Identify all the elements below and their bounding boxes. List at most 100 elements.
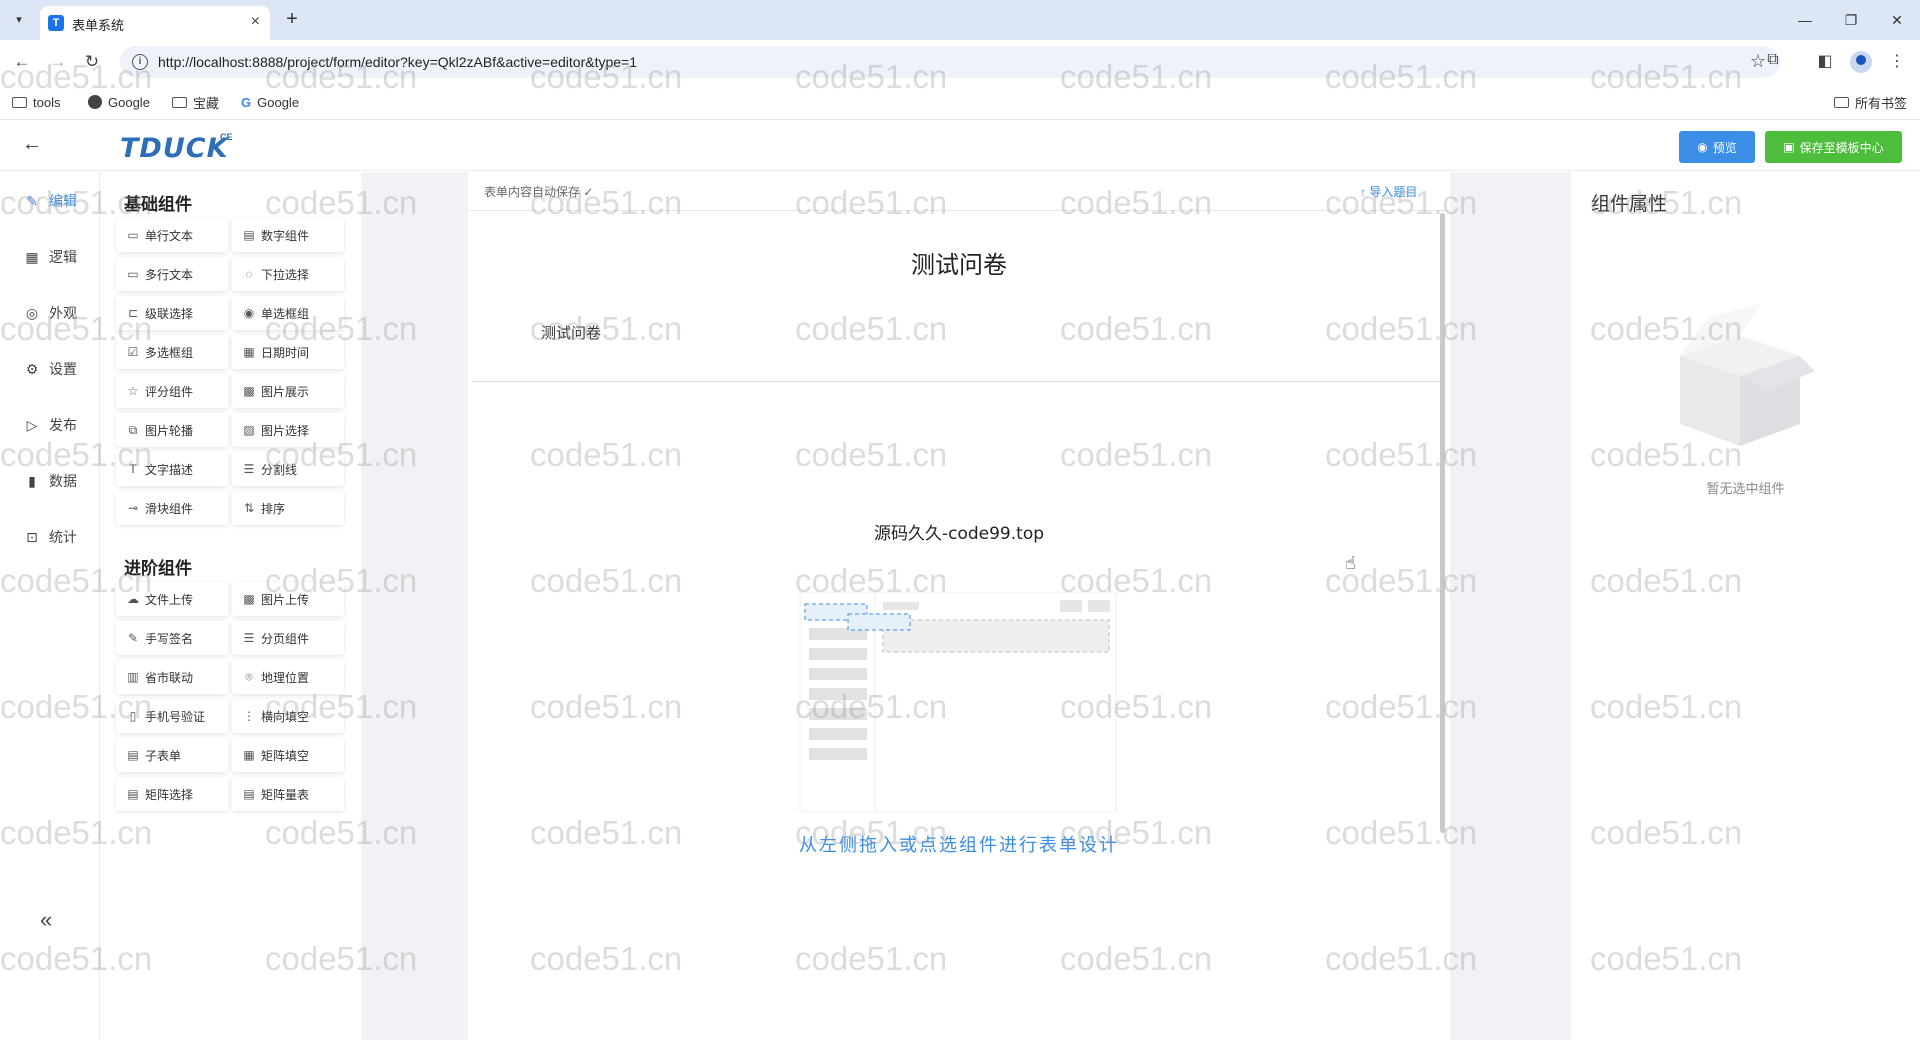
all-bookmarks[interactable]: 所有书签 (1834, 93, 1907, 111)
logo[interactable]: TDUCK (120, 133, 229, 164)
comp-label: 级联选择 (145, 306, 194, 321)
preview-label: 预览 (1712, 140, 1737, 155)
profile-avatar-icon[interactable] (1850, 51, 1872, 73)
nav-item-data[interactable]: ▮ 数据 (24, 470, 77, 492)
hand-cursor-icon: ☝ (1345, 553, 1356, 573)
number-icon: ▤ (243, 228, 255, 242)
back-arrow-icon[interactable]: ← (20, 133, 44, 156)
favicon-icon: T (48, 15, 64, 31)
bookmark-tools[interactable]: tools (12, 93, 60, 111)
comp-datetime[interactable]: ▦ 日期时间 (232, 335, 344, 369)
comp-image-select[interactable]: ▨ 图片选择 (232, 413, 344, 447)
comp-fill-blank[interactable]: ⋮ 横向填空 (232, 699, 344, 733)
omnibox[interactable]: i http://localhost:8888/project/form/edi… (120, 46, 1780, 78)
nav-item-appearance[interactable]: ◎ 外观 (24, 302, 77, 324)
comp-matrix-scale[interactable]: ▤ 矩阵量表 (232, 777, 344, 811)
comp-label: 分割线 (261, 462, 298, 477)
save-icon: ▣ (1783, 140, 1795, 154)
collapse-icon[interactable]: « (40, 907, 52, 933)
import-questions-link[interactable]: ↑ 导入题目 (1360, 183, 1417, 200)
nav-item-publish[interactable]: ▷ 发布 (24, 414, 77, 436)
carousel-icon: ⧉ (128, 422, 138, 437)
comp-sort[interactable]: ⇅ 排序 (232, 491, 344, 525)
comp-image-show[interactable]: ▩ 图片展示 (232, 374, 344, 408)
bookmarks-bar: tools Google 宝藏 G Google 所有书签 (0, 84, 1920, 120)
image-select-icon: ▨ (243, 423, 255, 437)
nav-label: 数据 (49, 473, 77, 489)
matrix-fill-icon: ▦ (243, 748, 255, 762)
folder-icon (12, 96, 27, 108)
nav-item-edit[interactable]: ✎ 编辑 (24, 190, 77, 212)
bookmark-google-2[interactable]: G Google (241, 93, 299, 111)
calendar-icon: ▦ (243, 345, 255, 359)
extensions-icon[interactable]: ⧉ (1762, 51, 1784, 69)
comp-matrix-select[interactable]: ▤ 矩阵选择 (116, 777, 228, 811)
url-text[interactable]: http://localhost:8888/project/form/edito… (158, 54, 637, 70)
comp-cascade[interactable]: ⊏ 级联选择 (116, 296, 228, 330)
comp-label: 分页组件 (261, 631, 310, 646)
comp-region[interactable]: ▥ 省市联动 (116, 660, 228, 694)
advanced-group-title: 进阶组件 (124, 559, 192, 578)
form-title[interactable]: 测试问卷 (468, 245, 1450, 280)
comp-signature[interactable]: ✎ 手写签名 (116, 621, 228, 655)
site-info-icon[interactable]: i (132, 54, 148, 70)
comp-number[interactable]: ▤ 数字组件 (232, 218, 344, 252)
comp-pagination[interactable]: ☰ 分页组件 (232, 621, 344, 655)
back-icon[interactable]: ← (10, 50, 34, 74)
bookmark-label: Google (108, 94, 150, 110)
tab-close-icon[interactable]: × (251, 13, 260, 31)
save-template-button[interactable]: ▣ 保存至模板中心 (1765, 131, 1902, 163)
globe-icon (88, 95, 102, 109)
comp-phone[interactable]: ▯ 手机号验证 (116, 699, 228, 733)
comp-matrix-fill[interactable]: ▦ 矩阵填空 (232, 738, 344, 772)
reload-icon[interactable]: ↻ (80, 50, 104, 74)
tab-search-icon[interactable]: ▾ (10, 11, 28, 29)
comp-carousel[interactable]: ⧉ 图片轮播 (116, 413, 228, 447)
comp-file-upload[interactable]: ☁ 文件上传 (116, 582, 228, 616)
comp-text-desc[interactable]: T 文字描述 (116, 452, 228, 486)
comp-label: 多选框组 (145, 345, 194, 360)
edit-icon: ✎ (26, 192, 38, 209)
sort-icon: ⇅ (243, 501, 255, 515)
star-icon: ☆ (127, 384, 139, 398)
nav-item-settings[interactable]: ⚙ 设置 (24, 358, 77, 380)
image-icon: ▩ (243, 384, 255, 398)
comp-slider[interactable]: ⊸ 滑块组件 (116, 491, 228, 525)
comp-location[interactable]: ⌾ 地理位置 (232, 660, 344, 694)
comp-label: 横向填空 (261, 709, 310, 724)
comp-checkbox[interactable]: ☑ 多选框组 (116, 335, 228, 369)
browser-tab[interactable]: T 表单系统 × (40, 6, 270, 40)
new-tab-icon[interactable]: + (280, 8, 304, 31)
form-description[interactable]: 测试问卷 (541, 322, 601, 343)
comp-multi-text[interactable]: ▭ 多行文本 (116, 257, 228, 291)
minimize-icon[interactable]: — (1782, 0, 1828, 40)
nav-item-logic[interactable]: ▦ 逻辑 (24, 246, 77, 268)
preview-button[interactable]: ◉ 预览 (1679, 131, 1755, 163)
forward-icon[interactable]: → (46, 50, 70, 74)
comp-subform[interactable]: ▤ 子表单 (116, 738, 228, 772)
bookmark-google-1[interactable]: Google (88, 93, 150, 111)
restore-icon[interactable]: ❐ (1828, 0, 1874, 40)
side-panel-icon[interactable]: ◧ (1814, 51, 1836, 71)
nav-label: 设置 (49, 361, 77, 377)
comp-radio[interactable]: ◉ 单选框组 (232, 296, 344, 330)
comp-label: 矩阵填空 (261, 748, 310, 763)
window-close-icon[interactable]: ✕ (1874, 0, 1920, 40)
comp-rating[interactable]: ☆ 评分组件 (116, 374, 228, 408)
comp-dropdown[interactable]: ◌ 下拉选择 (232, 257, 344, 291)
bookmark-treasure[interactable]: 宝藏 (172, 93, 219, 111)
drag-hint-text: 从左侧拖入或点选组件进行表单设计 (799, 835, 1119, 855)
pagination-icon: ☰ (243, 631, 255, 645)
nav-item-stats[interactable]: ⊡ 统计 (24, 526, 77, 548)
radio-icon: ◉ (243, 306, 255, 320)
nav-label: 统计 (49, 529, 77, 545)
comp-single-text[interactable]: ▭ 单行文本 (116, 218, 228, 252)
properties-title: 组件属性 (1591, 194, 1668, 215)
bookmark-label: Google (257, 94, 300, 110)
comp-divider[interactable]: ☰ 分割线 (232, 452, 344, 486)
comp-image-upload[interactable]: ▩ 图片上传 (232, 582, 344, 616)
comp-label: 矩阵选择 (145, 787, 194, 802)
window-controls: — ❐ ✕ (1782, 0, 1920, 40)
menu-kebab-icon[interactable]: ⋮ (1886, 51, 1908, 71)
checkbox-icon: ☑ (127, 345, 139, 359)
